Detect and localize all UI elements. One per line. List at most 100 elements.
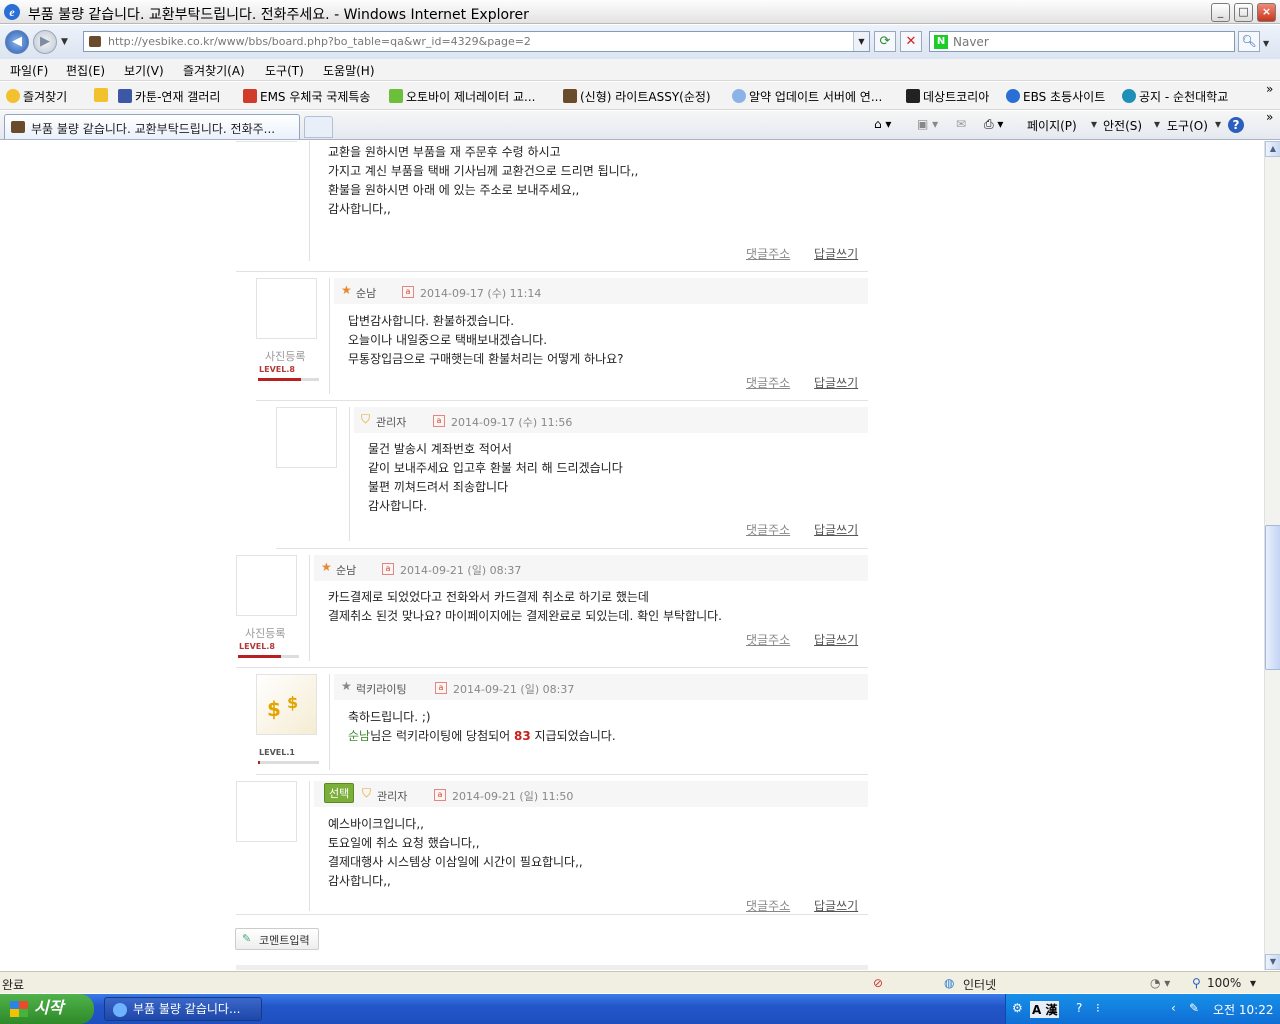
- ime-options-icon[interactable]: ⁝: [1096, 1001, 1100, 1015]
- reply-button[interactable]: 답글쓰기: [814, 374, 858, 391]
- ip-icon: a: [382, 563, 394, 575]
- status-text: 완료: [2, 978, 25, 992]
- scroll-thumb[interactable]: [1265, 525, 1280, 670]
- tab-current[interactable]: 부품 불량 같습니다. 교환부탁드립니다. 전화주...: [4, 114, 300, 139]
- forward-button[interactable]: ▶: [33, 30, 57, 54]
- comment-text: 같이 보내주세요 입고후 환불 처리 해 드리겠습니다: [368, 461, 623, 475]
- back-button[interactable]: ◀: [5, 30, 29, 54]
- comment-text: 교환을 원하시면 부품을 재 주문후 수령 하시고: [328, 145, 561, 159]
- avatar: [236, 141, 297, 142]
- mail-icon[interactable]: ✉: [956, 117, 966, 131]
- vertical-scrollbar[interactable]: ▲ ▼: [1264, 141, 1280, 970]
- page-menu[interactable]: 페이지(P): [1027, 117, 1077, 134]
- author-name[interactable]: 럭키라이팅: [356, 681, 407, 697]
- ime-indicator[interactable]: A 漢: [1030, 1001, 1060, 1018]
- level-bar-fill: [258, 761, 260, 764]
- fav-item-ebs[interactable]: EBS 초등사이트: [1006, 88, 1105, 105]
- zoom-level[interactable]: 100%: [1207, 976, 1241, 990]
- avatar: [236, 555, 297, 616]
- fav-item-sunchon[interactable]: 공지 - 순천대학교: [1122, 88, 1228, 105]
- history-dropdown-icon[interactable]: ▼: [61, 37, 68, 47]
- comment-input-button[interactable]: ✎ 코멘트입력: [235, 928, 319, 950]
- reply-button[interactable]: 답글쓰기: [814, 631, 858, 648]
- window-title: 부품 불량 같습니다. 교환부탁드립니다. 전화주세요. - Windows I…: [28, 7, 529, 23]
- author-name[interactable]: 관리자: [377, 788, 407, 804]
- scroll-up-icon[interactable]: ▲: [1265, 141, 1280, 157]
- taskbar-ie-button[interactable]: 부품 불량 같습니다...: [104, 997, 262, 1021]
- reply-button[interactable]: 답글쓰기: [814, 897, 858, 914]
- start-button[interactable]: 시작: [0, 994, 94, 1024]
- network-icon[interactable]: ⚙: [1012, 1001, 1023, 1015]
- comment-date: 2014-09-17 (수) 11:14: [420, 287, 542, 300]
- safety-menu[interactable]: 안전(S): [1103, 117, 1142, 134]
- menu-favorites[interactable]: 즐겨찾기(A): [183, 62, 245, 79]
- comment-date: 2014-09-21 (일) 11:50: [452, 790, 574, 803]
- safety-menu-caret[interactable]: ▾: [1154, 117, 1160, 131]
- fav-label: (신형) 라이트ASSY(순정): [580, 90, 711, 104]
- comment-link-button[interactable]: 댓글주소: [746, 245, 790, 262]
- favbar-more-icon[interactable]: »: [1266, 82, 1273, 96]
- tools-menu-caret[interactable]: ▾: [1215, 117, 1221, 131]
- menu-edit[interactable]: 편집(E): [66, 62, 105, 79]
- protected-mode-icon[interactable]: ◔ ▾: [1150, 976, 1170, 990]
- tools-menu[interactable]: 도구(O): [1167, 117, 1208, 134]
- tray-expand-icon[interactable]: ‹: [1171, 1001, 1176, 1015]
- url-field[interactable]: http://yesbike.co.kr/www/bbs/board.php?b…: [83, 31, 870, 52]
- print-icon[interactable]: ⎙ ▾: [984, 117, 1003, 132]
- comment-text: 가지고 계신 부품을 택배 기사님께 교환건으로 드리면 됩니다,,: [328, 164, 639, 178]
- refresh-button[interactable]: ⟳: [874, 31, 896, 52]
- globe-icon: ◍: [944, 976, 955, 990]
- tray-app-icon[interactable]: ✎: [1189, 1001, 1199, 1015]
- level-bar-fill: [258, 378, 301, 381]
- author-name[interactable]: 관리자: [376, 414, 406, 430]
- new-tab-button[interactable]: [304, 116, 333, 138]
- search-input[interactable]: N Naver: [929, 31, 1235, 52]
- winner-name: 순남: [348, 729, 371, 743]
- fav-item-cartoon[interactable]: 카툰-연재 갤러리: [118, 88, 220, 105]
- comment-link-button[interactable]: 댓글주소: [746, 897, 790, 914]
- author-name[interactable]: 순남: [356, 285, 376, 301]
- menu-file[interactable]: 파일(F): [10, 62, 48, 79]
- reply-button[interactable]: 답글쓰기: [814, 245, 858, 262]
- tab-favicon-icon: [11, 121, 25, 133]
- scroll-down-icon[interactable]: ▼: [1265, 954, 1280, 970]
- minimize-button[interactable]: _: [1211, 3, 1230, 22]
- fav-item-ems[interactable]: EMS 우체국 국제특송: [243, 88, 370, 105]
- page-menu-caret[interactable]: ▾: [1091, 117, 1097, 131]
- fav-item-descente[interactable]: 데상트코리아: [906, 88, 989, 105]
- zoom-dropdown-icon[interactable]: ▾: [1250, 976, 1256, 990]
- search-options-icon[interactable]: ▼: [1263, 39, 1269, 48]
- search-icon[interactable]: 🔍︎: [1238, 31, 1260, 52]
- fav-item-light-assy[interactable]: (신형) 라이트ASSY(순정): [563, 88, 711, 105]
- maximize-button[interactable]: □: [1234, 3, 1253, 22]
- star-icon: [6, 89, 20, 103]
- divider: [309, 141, 310, 261]
- ime-help-icon[interactable]: ?: [1076, 1001, 1082, 1015]
- fav-item-generator[interactable]: 오토바이 제너레이터 교...: [389, 88, 535, 105]
- photo-register-link[interactable]: 사진등록: [265, 348, 305, 364]
- comment-text: 결제취소 된것 맞나요? 마이페이지에는 결제완료로 되있는데. 확인 부탁합니…: [328, 609, 722, 623]
- photo-register-link[interactable]: 사진등록: [245, 625, 285, 641]
- reply-button[interactable]: 답글쓰기: [814, 521, 858, 538]
- lucky-points: 83: [514, 729, 531, 743]
- comment-link-button[interactable]: 댓글주소: [746, 374, 790, 391]
- menu-tools[interactable]: 도구(T): [265, 62, 304, 79]
- menu-view[interactable]: 보기(V): [124, 62, 164, 79]
- stop-button[interactable]: ✕: [900, 31, 922, 52]
- help-icon[interactable]: ?: [1228, 117, 1244, 133]
- add-favorite-icon[interactable]: [94, 88, 111, 103]
- popup-blocked-icon[interactable]: ⊘: [873, 976, 883, 990]
- comment-link-button[interactable]: 댓글주소: [746, 521, 790, 538]
- fav-item-alyac[interactable]: 알약 업데이트 서버에 연...: [732, 88, 882, 105]
- url-dropdown-icon[interactable]: ▼: [853, 32, 869, 51]
- favorites-button[interactable]: 즐겨찾기: [6, 88, 67, 105]
- ip-icon: a: [434, 789, 446, 801]
- comment-link-button[interactable]: 댓글주소: [746, 631, 790, 648]
- ie-window: e 부품 불량 같습니다. 교환부탁드립니다. 전화주세요. - Windows…: [0, 0, 1280, 1024]
- feeds-icon[interactable]: ▣ ▾: [917, 117, 938, 131]
- home-icon[interactable]: ⌂ ▾: [874, 117, 891, 131]
- close-button[interactable]: ×: [1257, 3, 1276, 22]
- author-name[interactable]: 순남: [336, 562, 356, 578]
- cmdbar-more-icon[interactable]: »: [1266, 110, 1273, 124]
- menu-help[interactable]: 도움말(H): [323, 62, 375, 79]
